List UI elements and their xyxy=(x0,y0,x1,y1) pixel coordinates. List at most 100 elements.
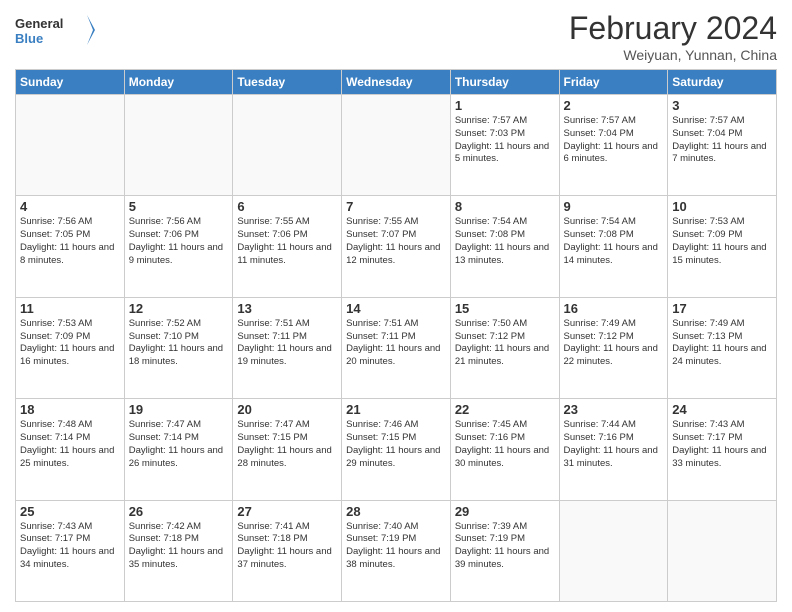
day-number: 12 xyxy=(129,301,229,316)
header-sunday: Sunday xyxy=(16,70,125,95)
day-info: Sunrise: 7:47 AM Sunset: 7:14 PM Dayligh… xyxy=(129,419,229,470)
day-info: Sunrise: 7:46 AM Sunset: 7:15 PM Dayligh… xyxy=(346,419,446,470)
day-info: Sunrise: 7:40 AM Sunset: 7:19 PM Dayligh… xyxy=(346,521,446,572)
weekday-header-row: Sunday Monday Tuesday Wednesday Thursday… xyxy=(16,70,777,95)
day-number: 3 xyxy=(672,98,772,113)
day-info: Sunrise: 7:57 AM Sunset: 7:04 PM Dayligh… xyxy=(564,115,664,166)
day-info: Sunrise: 7:44 AM Sunset: 7:16 PM Dayligh… xyxy=(564,419,664,470)
day-number: 10 xyxy=(672,199,772,214)
day-number: 5 xyxy=(129,199,229,214)
day-info: Sunrise: 7:53 AM Sunset: 7:09 PM Dayligh… xyxy=(672,216,772,267)
calendar-day-cell: 11 Sunrise: 7:53 AM Sunset: 7:09 PM Dayli… xyxy=(16,297,125,398)
calendar-week-row: 4 Sunrise: 7:56 AM Sunset: 7:05 PM Daylig… xyxy=(16,196,777,297)
location: Weiyuan, Yunnan, China xyxy=(569,47,777,63)
header-monday: Monday xyxy=(124,70,233,95)
calendar-day-cell xyxy=(124,95,233,196)
calendar-day-cell xyxy=(668,500,777,601)
header-thursday: Thursday xyxy=(450,70,559,95)
day-number: 25 xyxy=(20,504,120,519)
day-info: Sunrise: 7:48 AM Sunset: 7:14 PM Dayligh… xyxy=(20,419,120,470)
calendar-day-cell: 29 Sunrise: 7:39 AM Sunset: 7:19 PM Dayli… xyxy=(450,500,559,601)
day-info: Sunrise: 7:45 AM Sunset: 7:16 PM Dayligh… xyxy=(455,419,555,470)
header-tuesday: Tuesday xyxy=(233,70,342,95)
day-number: 21 xyxy=(346,402,446,417)
day-number: 28 xyxy=(346,504,446,519)
calendar-day-cell: 14Sunrise: 7:51 AM Sunset: 7:11 PM Dayli… xyxy=(342,297,451,398)
calendar-day-cell: 21 Sunrise: 7:46 AM Sunset: 7:15 PM Dayli… xyxy=(342,399,451,500)
header: General Blue February 2024 Weiyuan, Yunn… xyxy=(15,10,777,63)
day-number: 7 xyxy=(346,199,446,214)
day-info: Sunrise: 7:49 AM Sunset: 7:13 PM Dayligh… xyxy=(672,318,772,369)
header-wednesday: Wednesday xyxy=(342,70,451,95)
calendar-day-cell: 3 Sunrise: 7:57 AM Sunset: 7:04 PM Daylig… xyxy=(668,95,777,196)
logo: General Blue xyxy=(15,10,95,50)
calendar-day-cell: 12 Sunrise: 7:52 AM Sunset: 7:10 PM Dayli… xyxy=(124,297,233,398)
calendar-week-row: 11 Sunrise: 7:53 AM Sunset: 7:09 PM Dayli… xyxy=(16,297,777,398)
title-block: February 2024 Weiyuan, Yunnan, China xyxy=(569,10,777,63)
day-info: Sunrise: 7:55 AM Sunset: 7:07 PM Dayligh… xyxy=(346,216,446,267)
day-info: Sunrise: 7:54 AM Sunset: 7:08 PM Dayligh… xyxy=(455,216,555,267)
calendar-day-cell: 8Sunrise: 7:54 AM Sunset: 7:08 PM Daylig… xyxy=(450,196,559,297)
calendar-week-row: 1 Sunrise: 7:57 AM Sunset: 7:03 PM Daylig… xyxy=(16,95,777,196)
day-info: Sunrise: 7:43 AM Sunset: 7:17 PM Dayligh… xyxy=(672,419,772,470)
calendar-day-cell: 10 Sunrise: 7:53 AM Sunset: 7:09 PM Dayli… xyxy=(668,196,777,297)
day-number: 2 xyxy=(564,98,664,113)
day-number: 1 xyxy=(455,98,555,113)
day-number: 11 xyxy=(20,301,120,316)
day-info: Sunrise: 7:51 AM Sunset: 7:11 PM Dayligh… xyxy=(237,318,337,369)
calendar-day-cell xyxy=(559,500,668,601)
day-info: Sunrise: 7:47 AM Sunset: 7:15 PM Dayligh… xyxy=(237,419,337,470)
day-info: Sunrise: 7:52 AM Sunset: 7:10 PM Dayligh… xyxy=(129,318,229,369)
day-number: 29 xyxy=(455,504,555,519)
calendar-day-cell: 18Sunrise: 7:48 AM Sunset: 7:14 PM Dayli… xyxy=(16,399,125,500)
day-info: Sunrise: 7:56 AM Sunset: 7:05 PM Dayligh… xyxy=(20,216,120,267)
calendar-day-cell: 25 Sunrise: 7:43 AM Sunset: 7:17 PM Dayli… xyxy=(16,500,125,601)
day-number: 19 xyxy=(129,402,229,417)
day-number: 9 xyxy=(564,199,664,214)
page: General Blue February 2024 Weiyuan, Yunn… xyxy=(0,0,792,612)
day-info: Sunrise: 7:42 AM Sunset: 7:18 PM Dayligh… xyxy=(129,521,229,572)
calendar-day-cell: 24Sunrise: 7:43 AM Sunset: 7:17 PM Dayli… xyxy=(668,399,777,500)
day-info: Sunrise: 7:57 AM Sunset: 7:03 PM Dayligh… xyxy=(455,115,555,166)
calendar-table: Sunday Monday Tuesday Wednesday Thursday… xyxy=(15,69,777,602)
day-number: 14 xyxy=(346,301,446,316)
day-number: 22 xyxy=(455,402,555,417)
svg-text:General: General xyxy=(15,16,63,31)
calendar-week-row: 25 Sunrise: 7:43 AM Sunset: 7:17 PM Dayli… xyxy=(16,500,777,601)
day-number: 4 xyxy=(20,199,120,214)
month-year: February 2024 xyxy=(569,10,777,47)
calendar-day-cell: 6 Sunrise: 7:55 AM Sunset: 7:06 PM Daylig… xyxy=(233,196,342,297)
svg-text:Blue: Blue xyxy=(15,31,43,46)
calendar-day-cell: 5Sunrise: 7:56 AM Sunset: 7:06 PM Daylig… xyxy=(124,196,233,297)
day-info: Sunrise: 7:57 AM Sunset: 7:04 PM Dayligh… xyxy=(672,115,772,166)
day-info: Sunrise: 7:39 AM Sunset: 7:19 PM Dayligh… xyxy=(455,521,555,572)
day-info: Sunrise: 7:49 AM Sunset: 7:12 PM Dayligh… xyxy=(564,318,664,369)
day-info: Sunrise: 7:55 AM Sunset: 7:06 PM Dayligh… xyxy=(237,216,337,267)
header-saturday: Saturday xyxy=(668,70,777,95)
calendar-day-cell: 20 Sunrise: 7:47 AM Sunset: 7:15 PM Dayli… xyxy=(233,399,342,500)
calendar-day-cell: 22 Sunrise: 7:45 AM Sunset: 7:16 PM Dayli… xyxy=(450,399,559,500)
day-number: 6 xyxy=(237,199,337,214)
calendar-day-cell: 17Sunrise: 7:49 AM Sunset: 7:13 PM Dayli… xyxy=(668,297,777,398)
calendar-day-cell xyxy=(16,95,125,196)
day-number: 13 xyxy=(237,301,337,316)
calendar-day-cell: 9 Sunrise: 7:54 AM Sunset: 7:08 PM Daylig… xyxy=(559,196,668,297)
day-info: Sunrise: 7:41 AM Sunset: 7:18 PM Dayligh… xyxy=(237,521,337,572)
day-info: Sunrise: 7:54 AM Sunset: 7:08 PM Dayligh… xyxy=(564,216,664,267)
day-number: 20 xyxy=(237,402,337,417)
calendar-day-cell: 2 Sunrise: 7:57 AM Sunset: 7:04 PM Daylig… xyxy=(559,95,668,196)
calendar-week-row: 18Sunrise: 7:48 AM Sunset: 7:14 PM Dayli… xyxy=(16,399,777,500)
day-number: 26 xyxy=(129,504,229,519)
calendar-day-cell: 15Sunrise: 7:50 AM Sunset: 7:12 PM Dayli… xyxy=(450,297,559,398)
calendar-day-cell: 7 Sunrise: 7:55 AM Sunset: 7:07 PM Daylig… xyxy=(342,196,451,297)
calendar-day-cell: 16Sunrise: 7:49 AM Sunset: 7:12 PM Dayli… xyxy=(559,297,668,398)
calendar-day-cell: 13 Sunrise: 7:51 AM Sunset: 7:11 PM Dayli… xyxy=(233,297,342,398)
day-info: Sunrise: 7:43 AM Sunset: 7:17 PM Dayligh… xyxy=(20,521,120,572)
day-number: 27 xyxy=(237,504,337,519)
calendar-day-cell xyxy=(342,95,451,196)
generalblue-logo-icon: General Blue xyxy=(15,10,95,50)
calendar-day-cell: 19 Sunrise: 7:47 AM Sunset: 7:14 PM Dayli… xyxy=(124,399,233,500)
day-number: 15 xyxy=(455,301,555,316)
calendar-day-cell: 1 Sunrise: 7:57 AM Sunset: 7:03 PM Daylig… xyxy=(450,95,559,196)
day-info: Sunrise: 7:53 AM Sunset: 7:09 PM Dayligh… xyxy=(20,318,120,369)
